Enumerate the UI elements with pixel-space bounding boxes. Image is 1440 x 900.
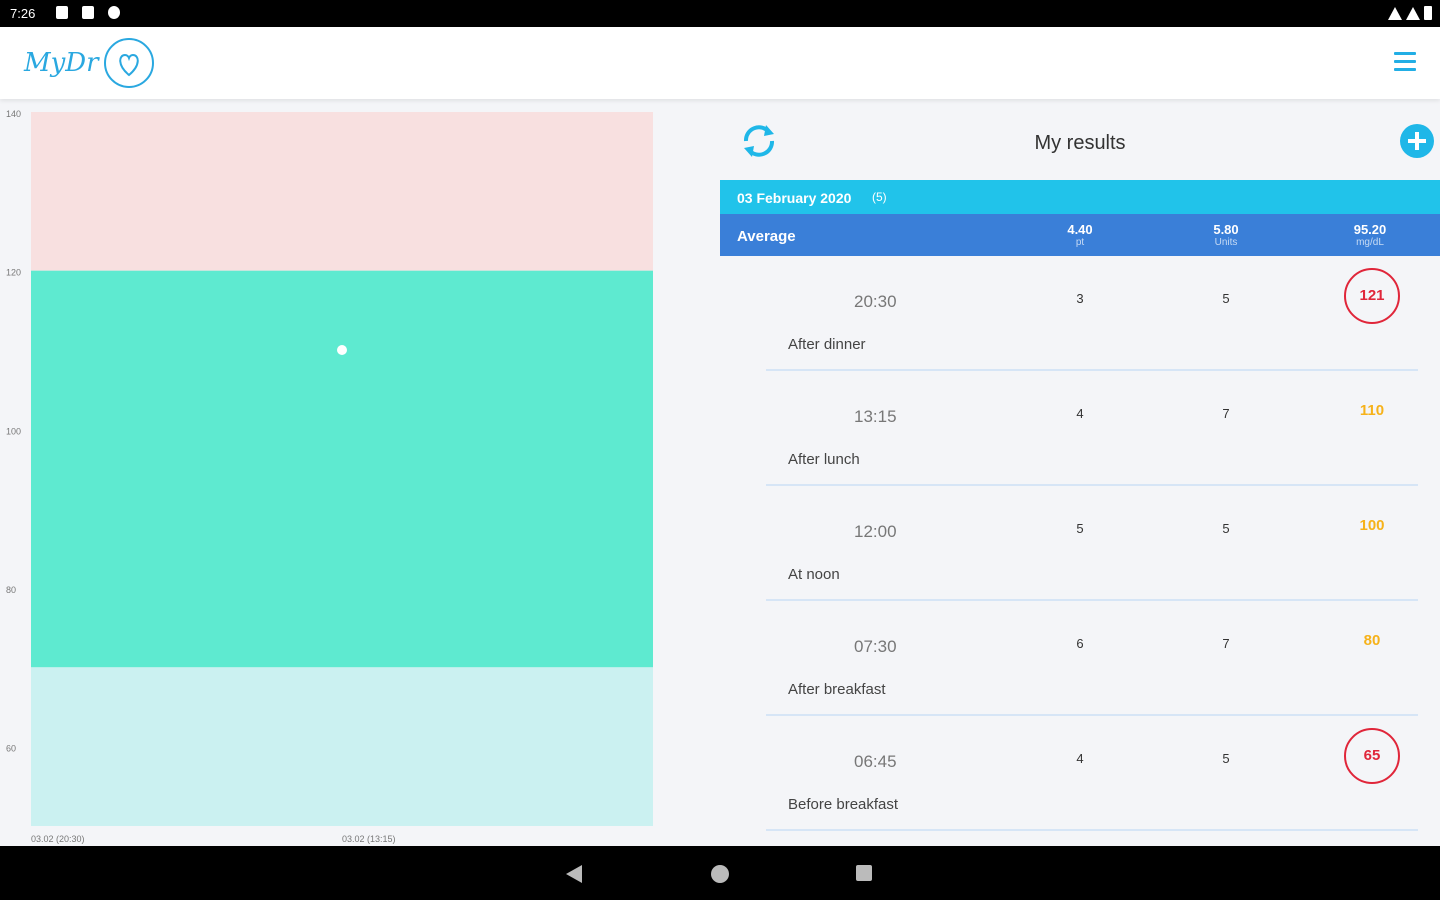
row-glucose-value: 80 [1363, 632, 1381, 649]
average-unit-3: mg/dL [1356, 237, 1384, 248]
app-logo: MyDr [24, 35, 155, 91]
row-time: 20:30 [854, 292, 897, 311]
data-point[interactable] [337, 345, 347, 355]
navigation-bar [0, 846, 1440, 900]
app-bar: MyDr [0, 27, 1440, 99]
battery-icon [1424, 6, 1432, 20]
row-label: After lunch [788, 451, 860, 468]
sd-card-icon [82, 6, 94, 19]
list-item[interactable]: 06:45 Before breakfast 4 5 65 [766, 716, 1418, 831]
row-glucose-value: 65 [1344, 728, 1400, 784]
average-value-2: 5.80 [1213, 222, 1239, 237]
y-tick-label: 120 [6, 268, 21, 278]
row-glucose-value: 110 [1359, 402, 1385, 419]
row-label: Before breakfast [788, 796, 899, 813]
home-icon[interactable] [711, 865, 729, 883]
row-col-1: 6 [1076, 636, 1084, 651]
chart-band [31, 112, 653, 271]
entry-count: (5) [872, 190, 887, 204]
wifi-icon [1388, 6, 1402, 20]
row-glucose-value: 121 [1344, 268, 1400, 324]
average-col-2: 5.80 Units [1186, 222, 1266, 248]
row-label: After dinner [788, 336, 866, 353]
row-col-2: 5 [1222, 751, 1230, 766]
row-time: 12:00 [854, 522, 897, 541]
list-item[interactable]: 20:30 After dinner 3 5 121 [766, 256, 1418, 371]
average-unit-2: Units [1214, 237, 1238, 248]
row-col-1: 4 [1076, 751, 1084, 766]
list-item[interactable]: 13:15 After lunch 4 7 110 [766, 371, 1418, 486]
row-col-2: 5 [1222, 521, 1230, 536]
average-col-1: 4.40 pt [1040, 222, 1120, 248]
system-icons [1388, 6, 1432, 20]
average-row: Average 4.40 pt 5.80 Units 95.20 mg/dL [720, 214, 1440, 256]
add-circle-icon[interactable] [1400, 124, 1434, 158]
stethoscope-heart-icon [103, 38, 154, 88]
row-col-2: 5 [1222, 291, 1230, 306]
list-item[interactable]: 12:00 At noon 5 5 100 [766, 486, 1418, 601]
chart-svg: 140 120 100 80 60 03.02 (20:30) 03.02 (13:15) [6, 109, 653, 844]
average-col-3: 95.20 mg/dL [1330, 222, 1410, 248]
row-col-1: 3 [1076, 291, 1084, 306]
date-header[interactable]: 03 February 2020 (5) [720, 180, 1440, 214]
row-time: 07:30 [854, 637, 897, 656]
chart-band [31, 667, 653, 826]
average-value-3: 95.20 [1353, 222, 1387, 237]
results-list: 20:30 After dinner 3 5 121 13:15 After l… [720, 256, 1440, 831]
logo-text: MyDr [24, 48, 99, 78]
chart-band [31, 270, 653, 668]
status-time: 7:26 [10, 6, 36, 21]
results-panel: My results 03 February 2020 (5) Average … [720, 104, 1440, 831]
recent-apps-icon[interactable] [856, 865, 872, 881]
row-time: 13:15 [854, 407, 897, 426]
list-item[interactable]: 07:30 After breakfast 6 7 80 [766, 601, 1418, 716]
x-tick-label: 03.02 (20:30) [31, 834, 85, 844]
row-col-2: 7 [1222, 406, 1230, 421]
back-icon[interactable] [566, 865, 582, 883]
sync-status-icon [108, 6, 120, 19]
date-label: 03 February 2020 [737, 190, 852, 206]
average-value-1: 4.40 [1067, 222, 1093, 237]
y-tick-label: 60 [6, 744, 16, 754]
row-label: After breakfast [788, 681, 886, 698]
status-bar: 7:26 [0, 0, 1440, 27]
y-tick-label: 140 [6, 109, 21, 119]
average-unit-1: pt [1075, 237, 1085, 248]
y-tick-label: 100 [6, 426, 21, 436]
glucose-chart: 140 120 100 80 60 03.02 (20:30) 03.02 (13:15) [0, 104, 680, 846]
row-col-1: 4 [1076, 406, 1084, 421]
row-label: At noon [788, 566, 840, 583]
results-title: My results [1034, 132, 1126, 154]
row-glucose-value: 100 [1359, 517, 1385, 534]
hamburger-menu-icon[interactable] [1394, 52, 1416, 72]
row-time: 06:45 [854, 752, 897, 771]
results-header: My results [720, 104, 1440, 180]
row-col-1: 5 [1076, 521, 1084, 536]
notification-icon [56, 6, 68, 19]
average-label: Average [737, 228, 796, 245]
signal-icon [1406, 6, 1420, 20]
x-tick-label: 03.02 (13:15) [342, 834, 396, 844]
y-tick-label: 80 [6, 585, 16, 595]
row-col-2: 7 [1222, 636, 1230, 651]
